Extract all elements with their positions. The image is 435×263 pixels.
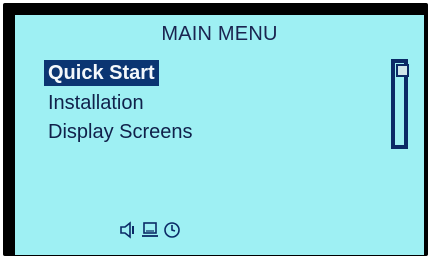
scrollbar-thumb[interactable] [396,64,409,77]
menu-title: MAIN MENU [161,23,278,45]
menu-item-quick-start[interactable]: Quick Start [44,60,159,86]
lcd-frame: MAIN MENU Quick Start Installation Displ… [3,3,428,256]
menu-item-display-screens[interactable]: Display Screens [44,118,364,147]
menu-item-installation[interactable]: Installation [44,89,364,118]
lcd-screen: MAIN MENU Quick Start Installation Displ… [15,15,424,255]
speaker-icon [119,221,137,239]
scrollbar[interactable] [391,59,409,149]
status-icon-bar [119,221,181,239]
computer-icon [141,221,159,239]
clock-icon [163,221,181,239]
menu-list: Quick Start Installation Display Screens [44,60,364,147]
